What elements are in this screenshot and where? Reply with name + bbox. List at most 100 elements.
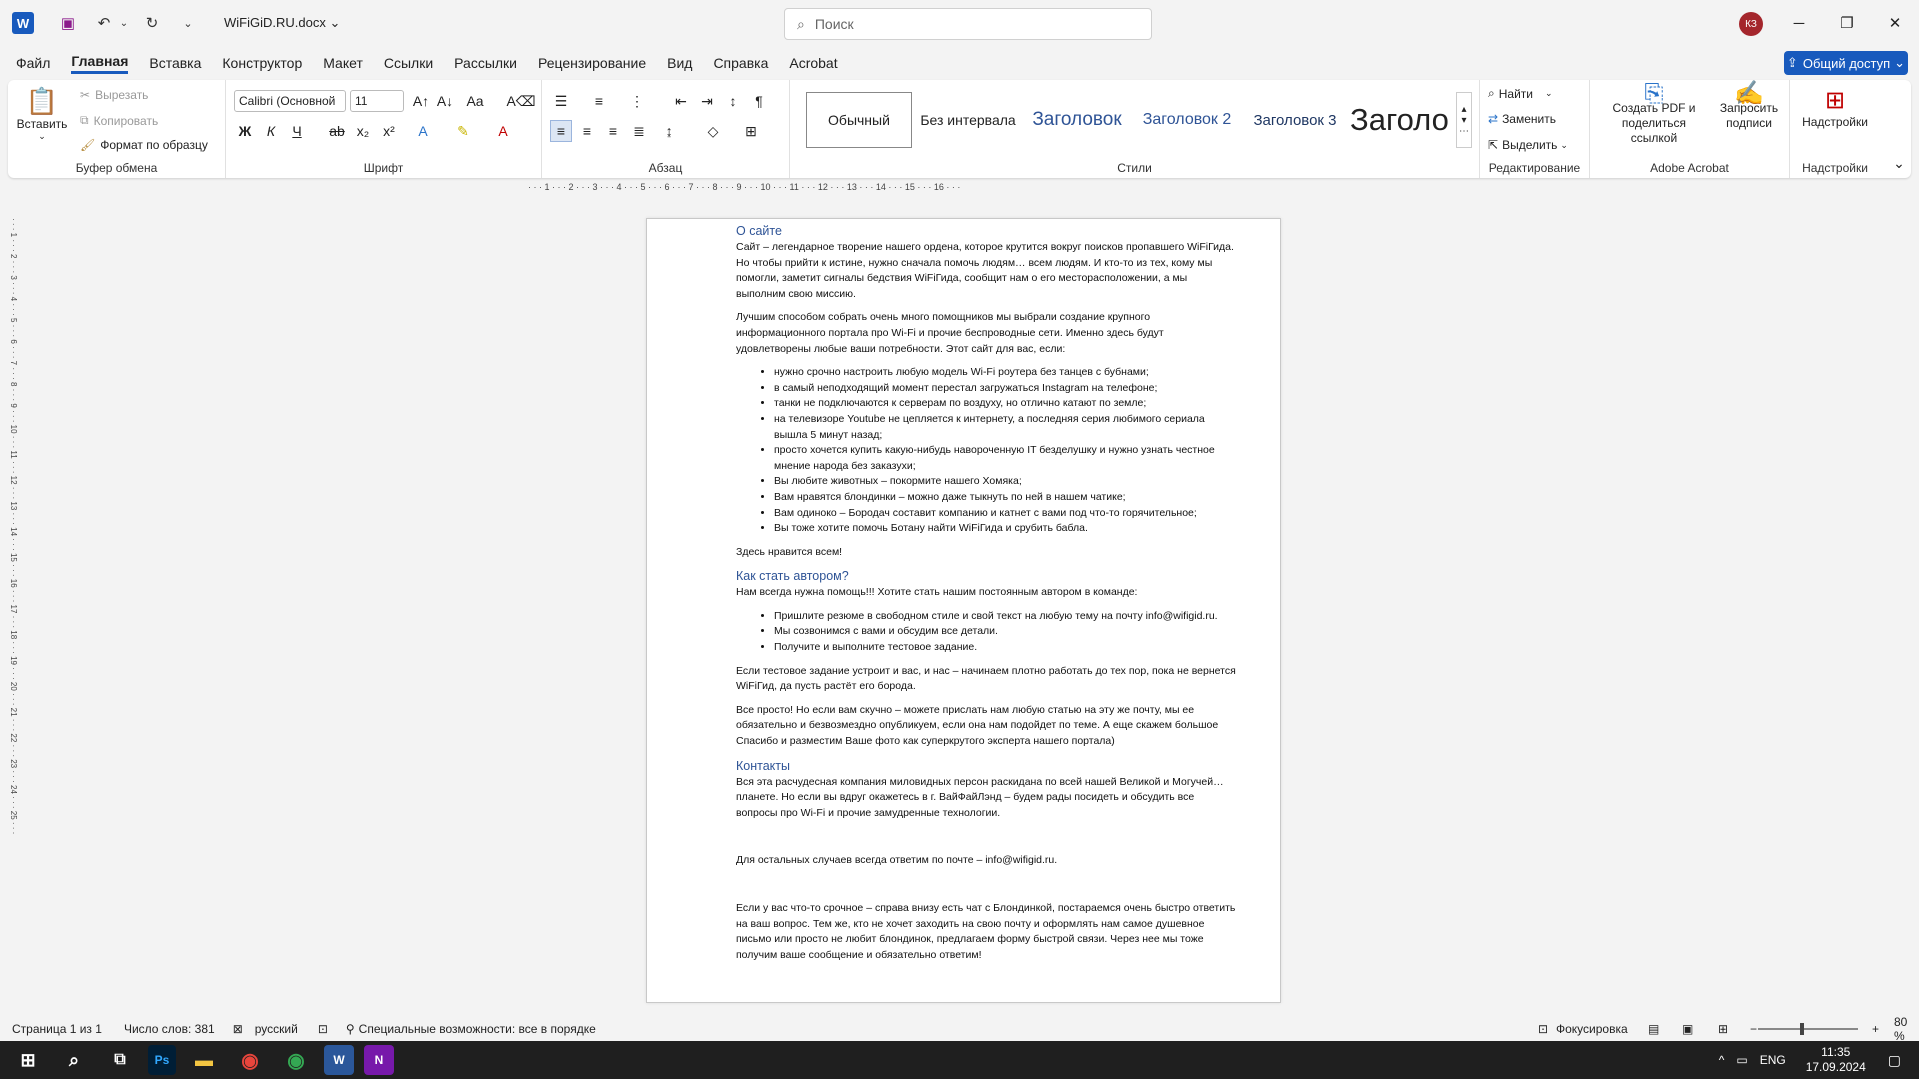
- track-changes-icon[interactable]: ⊡: [318, 1022, 328, 1036]
- grow-font-icon[interactable]: A↑: [410, 90, 432, 112]
- search-box[interactable]: ⌕ Поиск: [784, 8, 1152, 40]
- customize-toolbar-icon[interactable]: ⌄: [174, 9, 202, 37]
- request-signatures-button[interactable]: ✍ Запросить подписи: [1716, 82, 1782, 131]
- read-mode-icon[interactable]: ▤: [1648, 1022, 1659, 1036]
- decrease-indent-icon[interactable]: ⇤: [670, 90, 692, 112]
- style-heading3[interactable]: Заголовок 3: [1242, 92, 1348, 148]
- language[interactable]: русский: [255, 1022, 298, 1036]
- print-layout-icon[interactable]: ▣: [1682, 1022, 1693, 1036]
- web-layout-icon[interactable]: ⊞: [1718, 1022, 1728, 1036]
- bold-icon[interactable]: Ж: [234, 120, 256, 142]
- share-button[interactable]: ⇪ Общий доступ ⌄: [1784, 51, 1908, 75]
- increase-indent-icon[interactable]: ⇥: [696, 90, 718, 112]
- menu-help[interactable]: Справка: [713, 55, 768, 71]
- menu-home[interactable]: Главная: [71, 53, 129, 74]
- paste-button[interactable]: 📋 Вставить ⌄: [17, 86, 68, 142]
- word-count[interactable]: Число слов: 381: [124, 1022, 215, 1036]
- replace-button[interactable]: ⇄ Заменить: [1488, 112, 1556, 126]
- zoom-in-icon[interactable]: +: [1872, 1022, 1879, 1036]
- accessibility-status[interactable]: Специальные возможности: все в порядке: [359, 1022, 596, 1036]
- font-size-combo[interactable]: 11: [350, 90, 404, 112]
- styles-gallery-scroll[interactable]: ▴ ▾ ⋯: [1456, 92, 1472, 148]
- menu-file[interactable]: Файл: [16, 55, 50, 71]
- style-no-spacing[interactable]: Без интервала: [916, 92, 1020, 148]
- copy-button[interactable]: ⧉ Копировать: [80, 113, 158, 128]
- show-marks-icon[interactable]: ¶: [748, 90, 770, 112]
- zoom-out-icon[interactable]: −: [1750, 1022, 1757, 1036]
- chrome-icon[interactable]: ◉: [232, 1045, 268, 1075]
- format-painter-button[interactable]: 🖌 Формат по образцу: [80, 138, 208, 152]
- bullets-icon[interactable]: ☰: [550, 90, 572, 112]
- redo-icon[interactable]: ↻: [138, 9, 166, 37]
- justify-icon[interactable]: ≣: [628, 120, 650, 142]
- change-case-icon[interactable]: Aa: [464, 90, 486, 112]
- menu-layout[interactable]: Макет: [323, 55, 363, 71]
- focus-button[interactable]: Фокусировка: [1556, 1022, 1628, 1036]
- word-taskbar-icon[interactable]: W: [324, 1045, 354, 1075]
- text-effects-icon[interactable]: A: [412, 120, 434, 142]
- clear-formatting-icon[interactable]: A⌫: [506, 90, 535, 112]
- notifications-icon[interactable]: ▢: [1888, 1052, 1901, 1069]
- menu-review[interactable]: Рецензирование: [538, 55, 646, 71]
- font-name-combo[interactable]: Calibri (Основной: [234, 90, 346, 112]
- save-icon[interactable]: ▣: [54, 9, 82, 37]
- menu-insert[interactable]: Вставка: [149, 55, 201, 71]
- horizontal-ruler[interactable]: · · · 1 · · · 2 · · · 3 · · · 4 · · · 5 …: [528, 182, 1276, 196]
- highlight-icon[interactable]: ✎: [452, 120, 474, 142]
- undo-icon[interactable]: ↶: [90, 9, 118, 37]
- document-page[interactable]: О сайте Сайт – легендарное творение наше…: [646, 218, 1281, 1003]
- search-icon[interactable]: ⌕: [56, 1045, 92, 1075]
- task-view-icon[interactable]: ⧉: [102, 1045, 138, 1075]
- restore-icon[interactable]: ❐: [1823, 0, 1871, 46]
- cut-button[interactable]: ✂ Вырезать: [80, 88, 148, 102]
- subscript-icon[interactable]: x₂: [352, 120, 374, 142]
- proofing-icon[interactable]: ⊠: [233, 1022, 243, 1036]
- chevron-up-icon[interactable]: ^: [1719, 1053, 1725, 1067]
- clock[interactable]: 11:35 17.09.2024: [1806, 1045, 1866, 1075]
- page-count[interactable]: Страница 1 из 1: [12, 1022, 102, 1036]
- shading-icon[interactable]: ◇: [702, 120, 724, 142]
- borders-icon[interactable]: ⊞: [740, 120, 762, 142]
- file-explorer-icon[interactable]: ▬: [186, 1045, 222, 1075]
- style-normal[interactable]: Обычный: [806, 92, 912, 148]
- addins-button[interactable]: ⊞ Надстройки: [1800, 86, 1870, 129]
- zoom-level[interactable]: 80 %: [1894, 1015, 1919, 1043]
- find-button[interactable]: ⌕ Найти ⌄: [1488, 86, 1553, 101]
- document-body[interactable]: О сайте Сайт – легендарное творение наше…: [736, 223, 1236, 971]
- menu-mailings[interactable]: Рассылки: [454, 55, 517, 71]
- sort-icon[interactable]: ↕: [722, 90, 744, 112]
- menu-acrobat[interactable]: Acrobat: [789, 55, 837, 71]
- minimize-icon[interactable]: ─: [1775, 0, 1823, 46]
- strikethrough-icon[interactable]: ab: [326, 120, 348, 142]
- select-button[interactable]: ⇱ Выделить ⌄: [1488, 138, 1568, 152]
- input-language[interactable]: ENG: [1760, 1053, 1786, 1067]
- numbering-icon[interactable]: ≡: [588, 90, 610, 112]
- align-left-icon[interactable]: ≡: [550, 120, 572, 142]
- style-heading2[interactable]: Заголовок 2: [1134, 92, 1240, 148]
- font-color-icon[interactable]: A: [492, 120, 514, 142]
- document-name[interactable]: WiFiGiD.RU.docx ⌄: [224, 15, 340, 31]
- network-icon[interactable]: ▭: [1736, 1053, 1747, 1067]
- menu-design[interactable]: Конструктор: [222, 55, 302, 71]
- align-right-icon[interactable]: ≡: [602, 120, 624, 142]
- italic-icon[interactable]: К: [260, 120, 282, 142]
- onenote-icon[interactable]: N: [364, 1045, 394, 1075]
- undo-dropdown-icon[interactable]: ⌄: [118, 9, 130, 37]
- photoshop-icon[interactable]: Ps: [148, 1045, 176, 1075]
- line-spacing-icon[interactable]: ↨: [658, 120, 680, 142]
- create-pdf-button[interactable]: ⎘ Создать PDF и поделиться ссылкой: [1598, 82, 1710, 146]
- windows-start-icon[interactable]: ⊞: [10, 1045, 46, 1075]
- superscript-icon[interactable]: x²: [378, 120, 400, 142]
- zoom-slider[interactable]: [1758, 1028, 1858, 1030]
- collapse-ribbon-icon[interactable]: ⌄: [1888, 152, 1910, 174]
- style-title[interactable]: Заголо: [1350, 92, 1456, 148]
- chrome-profile-icon[interactable]: ◉: [278, 1045, 314, 1075]
- avatar[interactable]: КЗ: [1739, 12, 1763, 36]
- multilevel-list-icon[interactable]: ⋮: [626, 90, 648, 112]
- style-heading1[interactable]: Заголовок: [1022, 92, 1132, 148]
- align-center-icon[interactable]: ≡: [576, 120, 598, 142]
- vertical-ruler[interactable]: · · · 1 · · · 2 · · · 3 · · · 4 · · · 5 …: [4, 218, 18, 988]
- menu-view[interactable]: Вид: [667, 55, 692, 71]
- underline-icon[interactable]: Ч: [286, 120, 308, 142]
- shrink-font-icon[interactable]: A↓: [434, 90, 456, 112]
